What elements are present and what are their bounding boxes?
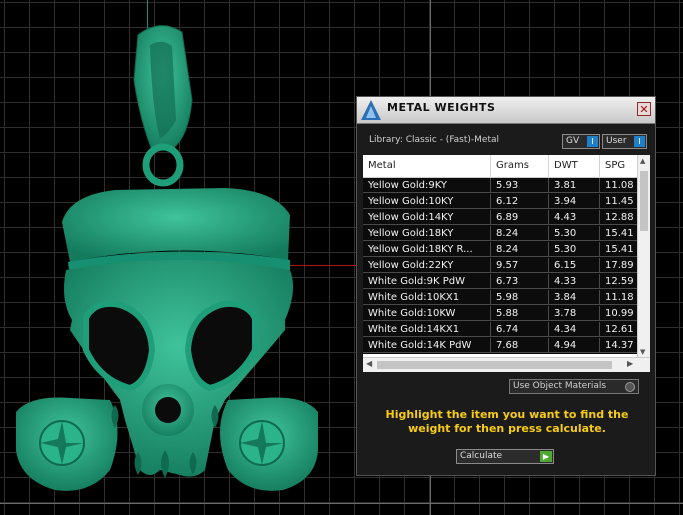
vertical-scrollbar[interactable]: ▲ ▼: [637, 155, 650, 358]
gv-toggle-label: GV: [566, 136, 580, 146]
app-logo-icon: [361, 100, 381, 120]
cell-spg: 11.08: [600, 178, 638, 193]
scroll-right-icon[interactable]: ▶: [627, 359, 633, 368]
table-row[interactable]: Yellow Gold:18KY R... 8.24 5.30 15.41: [363, 242, 638, 258]
cell-grams: 6.73: [491, 274, 549, 289]
cell-metal: White Gold:14K PdW: [363, 338, 491, 353]
cell-dwt: 4.94: [549, 338, 600, 353]
column-header-dwt[interactable]: DWT: [549, 155, 600, 177]
table-row[interactable]: Yellow Gold:18KY 8.24 5.30 15.41: [363, 226, 638, 242]
table-header: Metal Grams DWT SPG: [363, 155, 638, 178]
cell-dwt: 3.84: [549, 290, 600, 305]
table-row[interactable]: White Gold:14KX1 6.74 4.34 12.61: [363, 322, 638, 338]
use-object-materials-label: Use Object Materials: [513, 381, 607, 391]
cell-metal: Yellow Gold:22KY: [363, 258, 491, 273]
cell-metal: White Gold:10KX1: [363, 290, 491, 305]
cell-dwt: 4.33: [549, 274, 600, 289]
cell-grams: 8.24: [491, 226, 549, 241]
user-toggle-state: I: [634, 136, 645, 147]
scroll-left-icon[interactable]: ◀: [366, 359, 372, 368]
cell-grams: 8.24: [491, 242, 549, 257]
cell-metal: White Gold:10KW: [363, 306, 491, 321]
table-row[interactable]: White Gold:10KW 5.88 3.78 10.99: [363, 306, 638, 322]
cell-spg: 15.41: [600, 226, 638, 241]
table-row[interactable]: Yellow Gold:10KY 6.12 3.94 11.45: [363, 194, 638, 210]
cell-dwt: 5.30: [549, 242, 600, 257]
cell-dwt: 3.81: [549, 178, 600, 193]
radio-icon[interactable]: [625, 382, 635, 392]
cell-spg: 12.88: [600, 210, 638, 225]
cell-metal: Yellow Gold:14KY: [363, 210, 491, 225]
cell-grams: 7.68: [491, 338, 549, 353]
vertical-scroll-thumb[interactable]: [640, 171, 648, 231]
cell-grams: 6.74: [491, 322, 549, 337]
cell-grams: 5.98: [491, 290, 549, 305]
scroll-down-icon[interactable]: ▼: [640, 348, 645, 356]
column-header-metal[interactable]: Metal: [363, 155, 491, 177]
cell-spg: 12.61: [600, 322, 638, 337]
cell-dwt: 4.43: [549, 210, 600, 225]
column-header-spg[interactable]: SPG: [600, 155, 638, 177]
cell-metal: Yellow Gold:18KY R...: [363, 242, 491, 257]
library-label: Library: Classic - (Fast)-Metal: [369, 135, 500, 145]
metal-weights-panel: METAL WEIGHTS ✕ Library: Classic - (Fast…: [356, 96, 656, 476]
table-row[interactable]: Yellow Gold:14KY 6.89 4.43 12.88: [363, 210, 638, 226]
cell-spg: 10.99: [600, 306, 638, 321]
user-toggle-label: User: [606, 136, 627, 146]
calculate-button[interactable]: Calculate ▶: [456, 449, 554, 464]
horizontal-scrollbar[interactable]: ◀ ▶: [363, 357, 650, 372]
table-row[interactable]: Yellow Gold:9KY 5.93 3.81 11.08: [363, 178, 638, 194]
user-toggle[interactable]: User I: [602, 134, 647, 149]
panel-titlebar[interactable]: METAL WEIGHTS ✕: [357, 97, 655, 124]
cell-spg: 11.45: [600, 194, 638, 209]
horizontal-scroll-thumb[interactable]: [377, 361, 612, 369]
cell-dwt: 4.34: [549, 322, 600, 337]
table-body: Yellow Gold:9KY 5.93 3.81 11.08 Yellow Gold:…: [363, 178, 638, 354]
gas-mask-skull-pendant-model[interactable]: [0, 0, 360, 515]
column-header-grams[interactable]: Grams: [491, 155, 549, 177]
cell-spg: 15.41: [600, 242, 638, 257]
cell-dwt: 3.78: [549, 306, 600, 321]
instruction-text: Highlight the item you want to find the …: [385, 408, 629, 435]
cell-dwt: 6.15: [549, 258, 600, 273]
cell-spg: 11.18: [600, 290, 638, 305]
cell-dwt: 3.94: [549, 194, 600, 209]
cell-grams: 6.89: [491, 210, 549, 225]
table-row[interactable]: White Gold:14K PdW 7.68 4.94 14.37: [363, 338, 638, 354]
table-row[interactable]: Yellow Gold:22KY 9.57 6.15 17.89: [363, 258, 638, 274]
use-object-materials-option[interactable]: Use Object Materials: [509, 379, 639, 394]
cell-metal: White Gold:14KX1: [363, 322, 491, 337]
metal-weights-table: Metal Grams DWT SPG Yellow Gold:9KY 5.93 3…: [363, 155, 650, 372]
cell-spg: 17.89: [600, 258, 638, 273]
panel-title: METAL WEIGHTS: [387, 101, 496, 114]
cell-metal: Yellow Gold:9KY: [363, 178, 491, 193]
gv-toggle[interactable]: GV I: [562, 134, 600, 149]
cell-grams: 9.57: [491, 258, 549, 273]
cell-dwt: 5.30: [549, 226, 600, 241]
gv-toggle-state: I: [587, 136, 598, 147]
table-row[interactable]: White Gold:10KX1 5.98 3.84 11.18: [363, 290, 638, 306]
calculate-button-label: Calculate: [460, 451, 503, 461]
scroll-up-icon[interactable]: ▲: [640, 157, 645, 165]
close-icon[interactable]: ✕: [637, 102, 651, 116]
cell-metal: Yellow Gold:10KY: [363, 194, 491, 209]
cell-spg: 14.37: [600, 338, 638, 353]
play-icon[interactable]: ▶: [540, 451, 552, 462]
cell-grams: 5.88: [491, 306, 549, 321]
cell-metal: Yellow Gold:18KY: [363, 226, 491, 241]
table-row[interactable]: White Gold:9K PdW 6.73 4.33 12.59: [363, 274, 638, 290]
cell-grams: 6.12: [491, 194, 549, 209]
cell-spg: 12.59: [600, 274, 638, 289]
cell-grams: 5.93: [491, 178, 549, 193]
cell-metal: White Gold:9K PdW: [363, 274, 491, 289]
